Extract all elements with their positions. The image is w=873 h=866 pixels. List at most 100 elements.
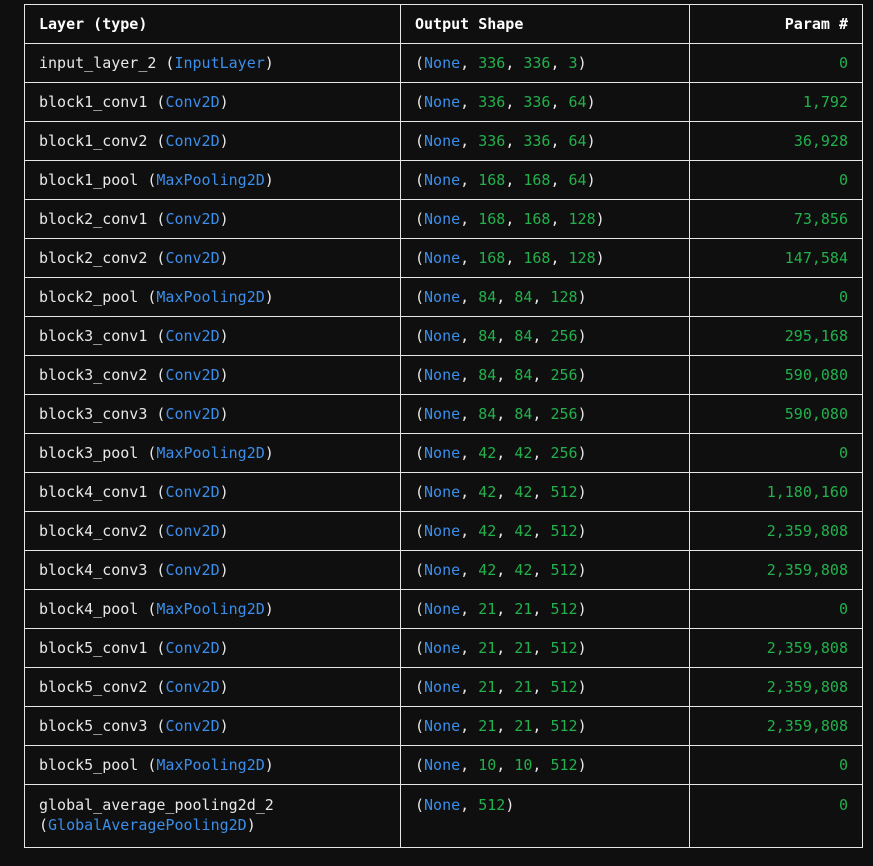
shape-dim: 168 — [478, 249, 506, 267]
shape-dim: 21 — [478, 678, 497, 696]
shape-dim: 21 — [478, 717, 497, 735]
shape-dim: 84 — [478, 405, 497, 423]
layer-cell: block5_conv2 (Conv2D) — [24, 667, 401, 707]
layer-cell: block4_conv2 (Conv2D) — [24, 511, 401, 551]
shape-dim: None — [424, 522, 461, 540]
shape-dim: 64 — [568, 171, 587, 189]
shape-dim: None — [424, 93, 461, 111]
shape-dim: 336 — [523, 54, 551, 72]
output-shape-cell: (None, 84, 84, 256) — [400, 394, 690, 434]
layer-type: Conv2D — [165, 132, 220, 150]
shape-dim: None — [424, 796, 461, 814]
layer-cell: block1_conv1 (Conv2D) — [24, 82, 401, 122]
shape-dim: 42 — [514, 483, 533, 501]
param-count: 2,359,808 — [689, 628, 863, 668]
output-shape-cell: (None, 84, 84, 256) — [400, 316, 690, 356]
shape-dim: 21 — [478, 639, 497, 657]
param-count: 0 — [689, 277, 863, 317]
shape-dim: 128 — [550, 288, 578, 306]
table-row: block4_pool (MaxPooling2D) (None, 21, 21,… — [24, 589, 863, 629]
shape-dim: 42 — [478, 483, 497, 501]
summary-body: input_layer_2 (InputLayer) (None, 336, 33… — [24, 43, 863, 848]
shape-dim: 84 — [514, 405, 533, 423]
shape-dim: 3 — [568, 54, 578, 72]
layer-type: Conv2D — [165, 93, 220, 111]
table-row: global_average_pooling2d_2 (GlobalAverage… — [24, 784, 863, 848]
layer-cell: block1_pool (MaxPooling2D) — [24, 160, 401, 200]
shape-dim: 21 — [514, 717, 533, 735]
shape-dim: None — [424, 171, 461, 189]
layer-type: Conv2D — [165, 483, 220, 501]
output-shape-cell: (None, 21, 21, 512) — [400, 667, 690, 707]
param-count: 590,080 — [689, 355, 863, 395]
param-count: 0 — [689, 745, 863, 785]
param-count: 0 — [689, 433, 863, 473]
shape-dim: None — [424, 288, 461, 306]
shape-dim: 512 — [550, 522, 578, 540]
shape-dim: 256 — [550, 444, 578, 462]
table-row: block3_conv3 (Conv2D) (None, 84, 84, 256)… — [24, 394, 863, 434]
param-count: 36,928 — [689, 121, 863, 161]
shape-dim: 336 — [478, 93, 506, 111]
shape-dim: None — [424, 327, 461, 345]
param-count: 2,359,808 — [689, 550, 863, 590]
param-count: 1,792 — [689, 82, 863, 122]
table-row: block5_conv3 (Conv2D) (None, 21, 21, 512)… — [24, 706, 863, 746]
layer-name: block1_pool — [39, 171, 139, 189]
output-shape-cell: (None, 168, 168, 128) — [400, 238, 690, 278]
model-summary-table: Layer (type) Output Shape Param # input_… — [24, 4, 863, 848]
layer-name: block4_conv2 — [39, 522, 148, 540]
shape-dim: 84 — [478, 327, 497, 345]
output-shape-cell: (None, 84, 84, 128) — [400, 277, 690, 317]
shape-dim: 512 — [550, 561, 578, 579]
shape-dim: None — [424, 132, 461, 150]
layer-type: Conv2D — [165, 522, 220, 540]
layer-cell: block5_pool (MaxPooling2D) — [24, 745, 401, 785]
output-shape-cell: (None, 42, 42, 512) — [400, 511, 690, 551]
layer-cell: input_layer_2 (InputLayer) — [24, 43, 401, 83]
output-shape-cell: (None, 21, 21, 512) — [400, 706, 690, 746]
shape-dim: 168 — [478, 210, 506, 228]
shape-dim: 512 — [550, 483, 578, 501]
output-shape-cell: (None, 84, 84, 256) — [400, 355, 690, 395]
shape-dim: 42 — [478, 522, 497, 540]
layer-type: MaxPooling2D — [156, 600, 265, 618]
shape-dim: 256 — [550, 327, 578, 345]
shape-dim: None — [424, 678, 461, 696]
layer-type: InputLayer — [174, 54, 265, 72]
layer-type: Conv2D — [165, 366, 220, 384]
layer-type: Conv2D — [165, 678, 220, 696]
layer-cell: block5_conv3 (Conv2D) — [24, 706, 401, 746]
shape-dim: 512 — [550, 639, 578, 657]
layer-cell: block4_pool (MaxPooling2D) — [24, 589, 401, 629]
shape-dim: 21 — [514, 600, 533, 618]
layer-name: block5_conv2 — [39, 678, 148, 696]
layer-name: block4_pool — [39, 600, 139, 618]
layer-cell: block3_pool (MaxPooling2D) — [24, 433, 401, 473]
shape-dim: 512 — [550, 600, 578, 618]
layer-name: block4_conv3 — [39, 561, 148, 579]
header-output-shape: Output Shape — [400, 4, 690, 44]
layer-cell: block2_conv2 (Conv2D) — [24, 238, 401, 278]
table-row: block3_conv1 (Conv2D) (None, 84, 84, 256)… — [24, 316, 863, 356]
shape-dim: 512 — [550, 678, 578, 696]
shape-dim: 336 — [523, 132, 551, 150]
shape-dim: 42 — [514, 444, 533, 462]
shape-dim: None — [424, 639, 461, 657]
shape-dim: None — [424, 756, 461, 774]
layer-name: block3_conv2 — [39, 366, 148, 384]
layer-cell: global_average_pooling2d_2 (GlobalAverage… — [24, 784, 401, 848]
layer-type: Conv2D — [165, 639, 220, 657]
param-count: 590,080 — [689, 394, 863, 434]
shape-dim: 42 — [514, 561, 533, 579]
output-shape-cell: (None, 42, 42, 512) — [400, 550, 690, 590]
shape-dim: 512 — [478, 796, 506, 814]
layer-type: GlobalAveragePooling2D — [48, 816, 247, 834]
table-row: block5_pool (MaxPooling2D) (None, 10, 10,… — [24, 745, 863, 785]
layer-name: block1_conv2 — [39, 132, 148, 150]
table-row: block4_conv3 (Conv2D) (None, 42, 42, 512)… — [24, 550, 863, 590]
layer-cell: block1_conv2 (Conv2D) — [24, 121, 401, 161]
shape-dim: 84 — [514, 366, 533, 384]
output-shape-cell: (None, 10, 10, 512) — [400, 745, 690, 785]
layer-name: input_layer_2 — [39, 54, 157, 72]
